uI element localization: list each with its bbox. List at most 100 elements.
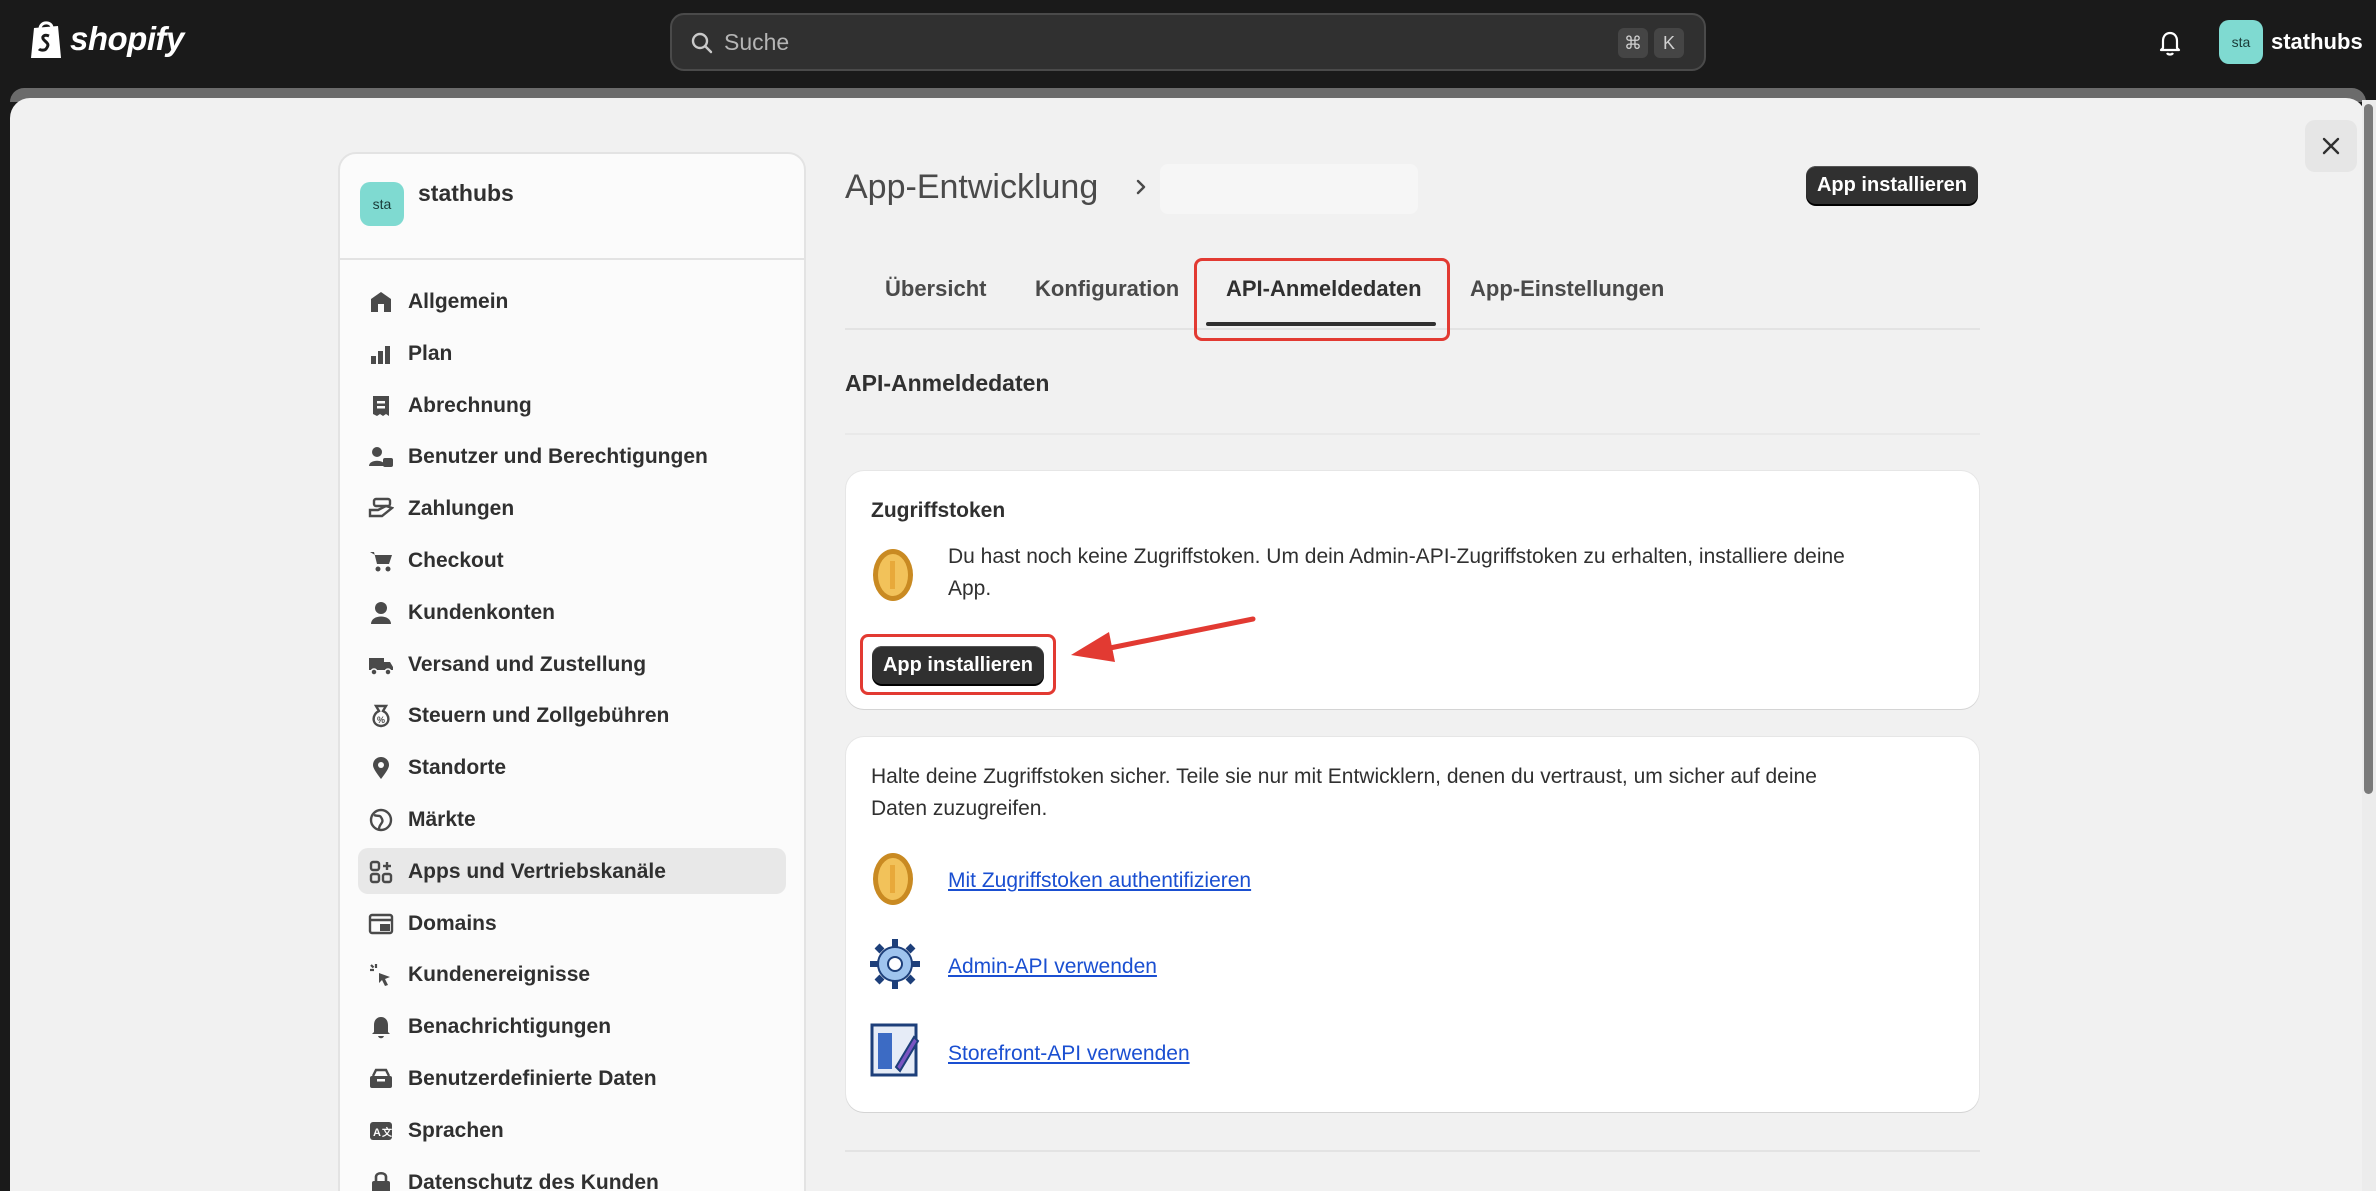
sidebar-item-kundenereignisse[interactable]: Kundenereignisse	[358, 951, 786, 997]
sidebar-item-label: Standorte	[408, 756, 507, 780]
brand-name: shopify	[70, 20, 184, 57]
tab-konfiguration[interactable]: Konfiguration	[1035, 276, 1179, 302]
svg-text:A: A	[373, 1127, 381, 1139]
section-divider	[845, 433, 1980, 435]
coin-icon	[873, 549, 913, 601]
sidebar-item-standorte[interactable]: Standorte	[358, 744, 786, 790]
plan-icon	[371, 345, 390, 364]
sidebar-item-label: Checkout	[408, 548, 504, 572]
store-avatar: sta	[360, 182, 404, 226]
location-pin-icon	[373, 757, 389, 780]
globe-icon	[369, 808, 393, 832]
storefront-doc-icon	[870, 1023, 920, 1077]
notifications-bell-icon[interactable]	[2155, 28, 2185, 58]
gear-icon	[870, 939, 920, 989]
sidebar-item-label: Datenschutz des Kunden	[408, 1170, 659, 1191]
red-arrow-annotation	[1071, 616, 1256, 662]
users-lock-icon	[369, 447, 393, 468]
scrollbar-thumb[interactable]	[2364, 104, 2373, 794]
sidebar-item-label: Sprachen	[408, 1118, 504, 1142]
token-security-card: Halte deine Zugriffstoken sicher. Teile …	[846, 737, 1979, 1112]
sidebar-item-label: Steuern und Zollgebühren	[408, 704, 670, 728]
sidebar-item-kundenkonten[interactable]: Kundenkonten	[358, 589, 786, 635]
shopify-logo[interactable]: shopify	[28, 18, 184, 60]
sidebar-item-datenschutz-des-kunden[interactable]: Datenschutz des Kunden	[358, 1159, 786, 1191]
page-title[interactable]: App-Entwicklung	[845, 168, 1098, 207]
sidebar-item-domains[interactable]: Domains	[358, 900, 786, 946]
privacy-lock-icon	[372, 1171, 390, 1191]
cart-icon	[370, 551, 392, 572]
sidebar-item-label: Benutzer und Berechtigungen	[408, 445, 708, 469]
chevron-right-icon	[1136, 179, 1146, 195]
breadcrumb-app-name	[1160, 164, 1418, 214]
close-icon	[2322, 137, 2340, 155]
sidebar-item-benutzerdefinierte-daten[interactable]: Benutzerdefinierte Daten	[358, 1055, 786, 1101]
sidebar-item-plan[interactable]: Plan	[358, 330, 786, 376]
shortcut-cmd-key: ⌘	[1618, 28, 1648, 58]
sidebar-item-benutzer-und-berechtigungen[interactable]: Benutzer und Berechtigungen	[358, 433, 786, 479]
security-info-line2: Daten zuzugreifen.	[871, 797, 1048, 820]
link-authenticate-with-token[interactable]: Mit Zugriffstoken authentifizieren	[948, 869, 1251, 893]
sidebar-item-zahlungen[interactable]: Zahlungen	[358, 485, 786, 531]
sidebar-store-name: stathubs	[418, 180, 514, 206]
sidebar-item-label: Märkte	[408, 807, 476, 831]
card-title: Zugriffstoken	[871, 499, 1006, 522]
sidebar-item-label: Apps und Vertriebskanäle	[408, 859, 666, 883]
language-icon: A文	[370, 1121, 393, 1140]
bell-icon	[372, 1017, 390, 1039]
section-title: API-Anmeldedaten	[845, 370, 1050, 396]
search-placeholder: Suche	[724, 29, 790, 55]
link-use-admin-api[interactable]: Admin-API verwenden	[948, 955, 1157, 979]
sidebar-item-label: Benutzerdefinierte Daten	[408, 1066, 657, 1090]
svg-text:%: %	[377, 715, 385, 725]
tab-app-einstellungen[interactable]: App-Einstellungen	[1470, 276, 1664, 302]
store-name[interactable]: stathubs	[2271, 29, 2363, 55]
sidebar-item-steuern-und-zollgebühren[interactable]: % Steuern und Zollgebühren	[358, 692, 786, 738]
install-button-highlight-box	[860, 634, 1056, 695]
sidebar-item-label: Versand und Zustellung	[408, 652, 647, 676]
coin-icon	[873, 853, 913, 905]
tab-highlight-box	[1194, 258, 1450, 341]
person-icon	[371, 601, 391, 624]
sidebar-nav: Allgemein Plan Abrechnung Benutzer und Bere…	[358, 278, 786, 1191]
sidebar-item-allgemein[interactable]: Allgemein	[358, 278, 786, 324]
sidebar-item-sprachen[interactable]: A 文 Sprachen	[358, 1107, 786, 1153]
database-icon	[370, 1068, 392, 1088]
header-install-app-button[interactable]: App installieren	[1806, 166, 1978, 204]
domain-icon	[368, 913, 394, 934]
user-avatar[interactable]: sta	[2219, 20, 2263, 64]
sidebar-item-versand-und-zustellung[interactable]: Versand und Zustellung	[358, 641, 786, 687]
sidebar-header: sta stathubs	[340, 154, 804, 260]
sidebar-item-checkout[interactable]: Checkout	[358, 537, 786, 583]
top-bar: shopify Suche ⌘ K sta stathubs	[0, 0, 2376, 88]
security-info-line1: Halte deine Zugriffstoken sicher. Teile …	[871, 765, 1817, 788]
search-input[interactable]: Suche ⌘ K	[670, 13, 1706, 71]
link-use-storefront-api[interactable]: Storefront-API verwenden	[948, 1042, 1190, 1066]
truck-icon	[369, 657, 393, 676]
close-button[interactable]	[2305, 120, 2357, 172]
payment-hand-icon	[368, 497, 394, 518]
shortcut-k-key: K	[1654, 28, 1684, 58]
tax-bag-icon: %	[372, 705, 390, 728]
sidebar-item-label: Zahlungen	[408, 497, 515, 521]
sidebar-item-label: Allgemein	[408, 290, 509, 313]
sidebar-item-label: Domains	[408, 911, 497, 935]
settings-sidebar: sta stathubs Allgemein Plan Abrechnung Benu…	[338, 152, 806, 1191]
sidebar-item-abrechnung[interactable]: Abrechnung	[358, 382, 786, 428]
svg-text:文: 文	[382, 1126, 393, 1139]
tab-uebersicht[interactable]: Übersicht	[885, 276, 986, 302]
sidebar-item-label: Kundenereignisse	[408, 963, 591, 987]
bottom-divider	[845, 1150, 1980, 1152]
cursor-click-icon	[370, 964, 390, 987]
sidebar-item-märkte[interactable]: Märkte	[358, 796, 786, 842]
store-icon	[371, 292, 391, 312]
search-icon	[691, 32, 713, 54]
sidebar-item-label: Abrechnung	[408, 393, 532, 417]
shopify-bag-icon	[31, 21, 61, 58]
sidebar-item-label: Plan	[408, 341, 453, 365]
receipt-icon	[373, 395, 389, 416]
token-info-line2: App.	[948, 577, 992, 600]
sidebar-item-label: Benachrichtigungen	[408, 1015, 612, 1039]
sidebar-item-apps-und-vertriebskanäle[interactable]: Apps und Vertriebskanäle	[358, 847, 786, 894]
sidebar-item-benachrichtigungen[interactable]: Benachrichtigungen	[358, 1003, 786, 1049]
